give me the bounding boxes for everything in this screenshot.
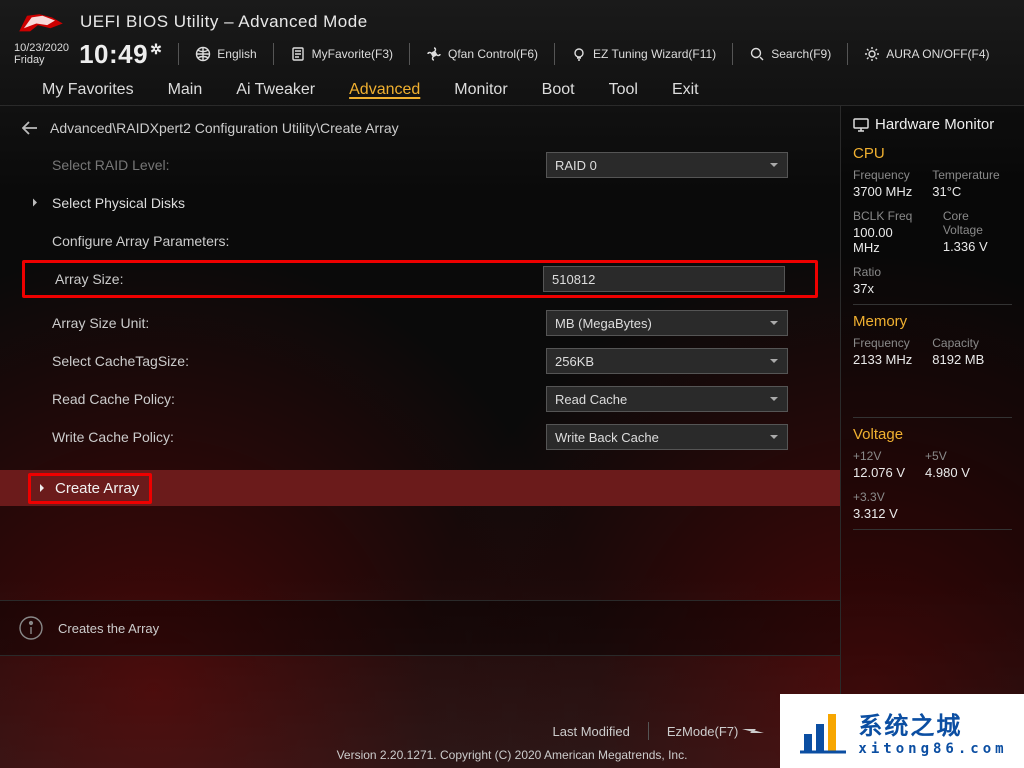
help-strip: Creates the Array: [0, 600, 840, 656]
tab-boot[interactable]: Boot: [542, 81, 575, 105]
chevron-down-icon: [769, 354, 779, 369]
cpu-heading: CPU: [853, 145, 1012, 162]
tab-tool[interactable]: Tool: [609, 81, 638, 105]
rog-logo-icon: [16, 8, 66, 36]
row-configure-label: Configure Array Parameters:: [22, 222, 818, 260]
fan-icon: [426, 46, 442, 62]
memory-heading: Memory: [853, 313, 1012, 330]
row-array-size: Array Size: 510812: [22, 260, 818, 298]
watermark-logo-icon: [796, 704, 850, 758]
tab-exit[interactable]: Exit: [672, 81, 699, 105]
ezmode-button[interactable]: EzMode(F7): [667, 724, 764, 739]
voltage-5v: 4.980 V: [925, 465, 970, 480]
chevron-right-icon: [37, 480, 47, 497]
raid-level-dropdown[interactable]: RAID 0: [546, 152, 788, 178]
cpu-core-voltage: 1.336 V: [943, 239, 1012, 254]
row-select-physical-disks[interactable]: Select Physical Disks: [22, 184, 818, 222]
tab-advanced[interactable]: Advanced: [349, 81, 420, 105]
hardware-monitor-title: Hardware Monitor: [853, 112, 1012, 141]
row-create-array[interactable]: Create Array: [0, 470, 840, 506]
date-display: 10/23/2020 Friday: [14, 42, 69, 66]
aura-icon: [864, 46, 880, 62]
row-write-cache-policy: Write Cache Policy: Write Back Cache: [22, 418, 818, 456]
info-icon: [18, 615, 44, 641]
tab-my-favorites[interactable]: My Favorites: [42, 81, 134, 105]
clock-settings-icon[interactable]: ✲: [150, 41, 162, 58]
language-button[interactable]: English: [195, 46, 256, 62]
qfan-button[interactable]: Qfan Control(F6): [426, 46, 538, 62]
memory-frequency: 2133 MHz: [853, 352, 912, 367]
row-select-raid-level: Select RAID Level: RAID 0: [22, 146, 818, 184]
cpu-frequency: 3700 MHz: [853, 184, 912, 199]
document-icon: [290, 46, 306, 62]
version-text: Version 2.20.1271. Copyright (C) 2020 Am…: [337, 748, 688, 762]
search-button[interactable]: Search(F9): [749, 46, 831, 62]
voltage-12v: 12.076 V: [853, 465, 905, 480]
array-size-input[interactable]: 510812: [543, 266, 785, 292]
array-size-unit-dropdown[interactable]: MB (MegaBytes): [546, 310, 788, 336]
cpu-ratio: 37x: [853, 281, 1012, 296]
voltage-3v3: 3.312 V: [853, 506, 1012, 521]
chevron-down-icon: [769, 430, 779, 445]
row-read-cache-policy: Read Cache Policy: Read Cache: [22, 380, 818, 418]
read-cache-policy-dropdown[interactable]: Read Cache: [546, 386, 788, 412]
breadcrumb: Advanced\RAIDXpert2 Configuration Utilit…: [50, 120, 399, 136]
app-title: UEFI BIOS Utility – Advanced Mode: [80, 12, 368, 32]
chevron-down-icon: [769, 392, 779, 407]
bulb-icon: [571, 46, 587, 62]
hardware-monitor-panel: Hardware Monitor CPU Frequency3700 MHz T…: [840, 106, 1024, 768]
tab-main[interactable]: Main: [168, 81, 203, 105]
cpu-temperature: 31°C: [932, 184, 999, 199]
myfavorite-button[interactable]: MyFavorite(F3): [290, 46, 393, 62]
row-cache-tag-size: Select CacheTagSize: 256KB: [22, 342, 818, 380]
voltage-heading: Voltage: [853, 426, 1012, 443]
aura-button[interactable]: AURA ON/OFF(F4): [864, 46, 989, 62]
swap-icon: [738, 724, 764, 739]
search-icon: [749, 46, 765, 62]
main-tabs: My Favorites Main Ai Tweaker Advanced Mo…: [0, 74, 1024, 106]
tab-monitor[interactable]: Monitor: [454, 81, 507, 105]
memory-capacity: 8192 MB: [932, 352, 984, 367]
time-display: 10:49✲: [79, 39, 162, 70]
cpu-bclk: 100.00 MHz: [853, 225, 923, 255]
last-modified-button[interactable]: Last Modified: [553, 724, 630, 739]
write-cache-policy-dropdown[interactable]: Write Back Cache: [546, 424, 788, 450]
globe-icon: [195, 46, 211, 62]
chevron-down-icon: [769, 316, 779, 331]
tab-ai-tweaker[interactable]: Ai Tweaker: [236, 81, 315, 105]
watermark: 系统之城 xitong86.com: [780, 694, 1024, 768]
row-array-size-unit: Array Size Unit: MB (MegaBytes): [22, 304, 818, 342]
chevron-right-icon: [30, 196, 40, 211]
cache-tag-size-dropdown[interactable]: 256KB: [546, 348, 788, 374]
back-button[interactable]: [22, 121, 38, 135]
chevron-down-icon: [769, 158, 779, 173]
eztuning-button[interactable]: EZ Tuning Wizard(F11): [571, 46, 716, 62]
